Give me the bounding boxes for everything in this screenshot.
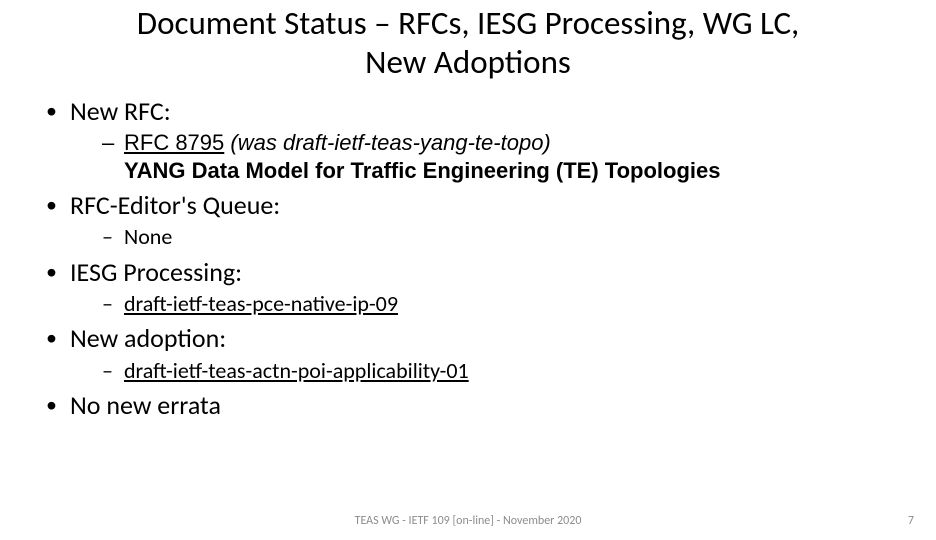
new-rfc-item: RFC 8795 (was draft-ietf-teas-yang-te-to… (102, 129, 902, 184)
slide-title: Document Status – RFCs, IESG Processing,… (34, 4, 902, 82)
sublist-new-rfc: RFC 8795 (was draft-ietf-teas-yang-te-to… (70, 129, 902, 184)
sublist-adoption: draft-ietf-teas-actn-poi-applicability-0… (70, 357, 902, 385)
footer-text: TEAS WG - IETF 109 [on-line] - November … (0, 514, 936, 528)
item-text: None (124, 223, 172, 250)
section-heading: New adoption: (70, 322, 226, 354)
page-number: 7 (908, 514, 914, 528)
section-heading: New RFC: (70, 95, 171, 127)
draft-link[interactable]: draft-ietf-teas-pce-native-ip-09 (124, 290, 398, 317)
draft-link[interactable]: draft-ietf-teas-actn-poi-applicability-0… (124, 357, 469, 384)
sublist-iesg: draft-ietf-teas-pce-native-ip-09 (70, 290, 902, 318)
content-list: New RFC: RFC 8795 (was draft-ietf-teas-y… (34, 96, 902, 421)
rfc-parenthetical: (was draft-ietf-teas-yang-te-topo) (230, 130, 550, 155)
slide: Document Status – RFCs, IESG Processing,… (0, 0, 936, 540)
section-heading: RFC-Editor's Queue: (70, 189, 280, 221)
section-heading: IESG Processing: (70, 256, 242, 288)
section-adoption: New adoption: draft-ietf-teas-actn-poi-a… (44, 323, 902, 384)
rfc-editor-item: None (102, 223, 902, 251)
section-iesg: IESG Processing: draft-ietf-teas-pce-nat… (44, 257, 902, 318)
section-new-rfc: New RFC: RFC 8795 (was draft-ietf-teas-y… (44, 96, 902, 184)
section-heading: No new errata (70, 389, 221, 421)
section-errata: No new errata (44, 390, 902, 421)
adoption-item: draft-ietf-teas-actn-poi-applicability-0… (102, 357, 902, 385)
rfc-title-bold: YANG Data Model for Traffic Engineering … (124, 157, 902, 185)
rfc-link[interactable]: RFC 8795 (124, 130, 224, 155)
title-line-1: Document Status – RFCs, IESG Processing,… (137, 3, 799, 43)
section-rfc-editor: RFC-Editor's Queue: None (44, 190, 902, 251)
sublist-rfc-editor: None (70, 223, 902, 251)
iesg-item: draft-ietf-teas-pce-native-ip-09 (102, 290, 902, 318)
title-line-2: New Adoptions (365, 42, 571, 82)
